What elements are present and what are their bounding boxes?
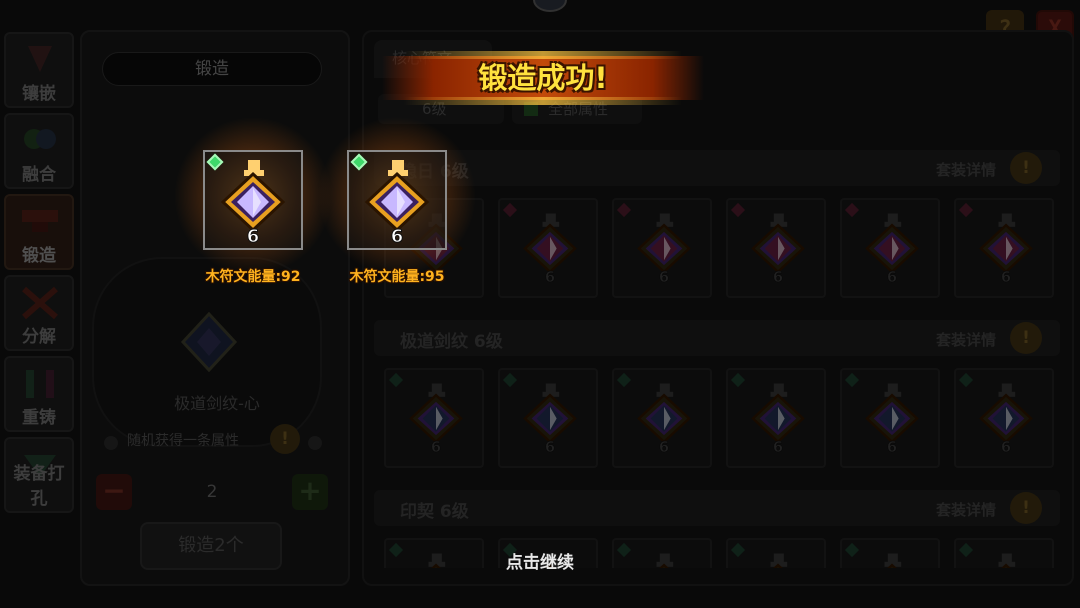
forged-rune-card[interactable]: 6 [315,114,479,278]
rune-level-label: 6 [391,226,404,244]
rune-energy-label: 木符文能量:95 [349,269,445,285]
diamond-rune-icon: 6 [364,160,430,244]
tap-to-continue[interactable]: 点击继续 [440,548,640,573]
diamond-rune-icon: 6 [220,160,286,244]
rune-level-label: 6 [247,226,260,244]
rune-energy-label: 木符文能量:92 [205,269,301,285]
success-title: 锻造成功! [478,61,608,95]
forged-rune-card[interactable]: 6 [171,114,335,278]
